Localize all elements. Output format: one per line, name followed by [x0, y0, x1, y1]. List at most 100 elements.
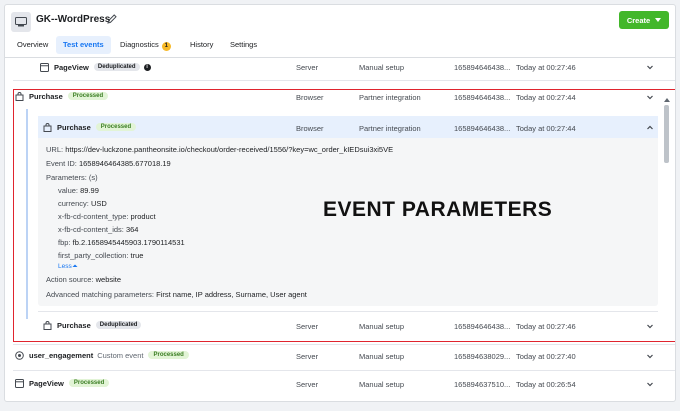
event-setup: Manual setup [359, 352, 405, 361]
advanced-matching-value: First name, IP address, Surname, User ag… [156, 290, 307, 299]
event-setup: Partner integration [359, 124, 421, 133]
param-value: fb.2.1658945445903.1790114531 [72, 238, 185, 247]
param-key: x-fb-cd-content_ids: [58, 225, 124, 234]
action-source-value: website [95, 275, 122, 284]
event-id: 165894646438... [454, 322, 511, 331]
event-setup: Manual setup [359, 322, 405, 331]
tab-label: Diagnostics [120, 40, 159, 49]
param-key: currency: [58, 199, 89, 208]
param-value: USD [90, 199, 107, 208]
param-row: x-fb-cd-content_ids: 364 [58, 225, 138, 234]
url-label: URL: [46, 145, 64, 154]
event-row-expanded[interactable]: Purchase Processed [42, 120, 137, 134]
tab-test-events[interactable]: Test events [56, 36, 111, 54]
event-id: 165894646438... [454, 93, 511, 102]
tab-label: Test events [63, 40, 104, 49]
event-time: Today at 00:27:44 [516, 124, 576, 133]
status-badge: Deduplicated [95, 321, 142, 329]
create-label: Create [626, 15, 651, 25]
advanced-matching-label: Advanced matching parameters: [46, 290, 154, 299]
chevron-down-icon[interactable] [646, 93, 654, 101]
scroll-up-arrow[interactable] [664, 98, 670, 102]
tree-guide-line [26, 109, 28, 319]
dataset-icon [11, 12, 31, 32]
param-row: fbp: fb.2.1658945445903.1790114531 [58, 238, 185, 247]
shopping-bag-icon [14, 91, 25, 102]
status-badge: Processed [95, 123, 137, 131]
annotation-overlay-text: EVENT PARAMETERS [323, 198, 553, 221]
tab-divider [5, 57, 675, 58]
param-row: first_party_collection: true [58, 251, 143, 260]
shopping-bag-icon [42, 320, 53, 331]
event-id-value: 1658946464385.677018.19 [78, 159, 171, 168]
event-row[interactable]: user_engagement Custom event Processed [14, 348, 189, 362]
event-name: PageView [29, 378, 64, 388]
events-manager-card: GK--WordPress Create Overview Test event… [4, 4, 676, 402]
url-value: https://dev-luckzone.pantheonsite.io/che… [65, 145, 394, 154]
row-divider [13, 80, 675, 81]
status-badge: Processed [148, 351, 189, 359]
event-name: PageView [54, 62, 89, 72]
event-source: Browser [296, 93, 324, 102]
row-divider [13, 344, 675, 345]
event-row[interactable]: Purchase Deduplicated [42, 318, 142, 332]
tab-bar: Overview Test events Diagnostics 1 Histor… [5, 36, 675, 54]
status-badge: Processed [68, 379, 110, 387]
shopping-bag-icon [42, 122, 53, 133]
chevron-down-icon[interactable] [646, 352, 654, 360]
event-setup: Partner integration [359, 93, 421, 102]
info-icon[interactable]: i [143, 63, 151, 71]
event-setup: Manual setup [359, 380, 405, 389]
param-value: 89.99 [80, 186, 99, 195]
event-source: Server [296, 63, 319, 72]
page-icon [39, 62, 50, 73]
chevron-down-icon[interactable] [646, 63, 654, 71]
less-link[interactable]: Less [58, 263, 78, 270]
event-row[interactable]: PageView Deduplicated i [39, 60, 151, 74]
event-id: 165894637510... [454, 380, 511, 389]
event-time: Today at 00:27:44 [516, 93, 576, 102]
event-id: 165894646438... [454, 63, 511, 72]
target-icon [14, 350, 25, 361]
tab-label: Overview [17, 40, 49, 49]
status-badge: Deduplicated [93, 63, 140, 71]
action-source-line: Action source: website [46, 275, 121, 284]
tab-overview[interactable]: Overview [10, 36, 55, 54]
chevron-down-icon[interactable] [646, 322, 654, 330]
tab-history[interactable]: History [183, 36, 220, 54]
edit-pencil-icon[interactable] [106, 13, 118, 25]
event-source: Server [296, 322, 319, 331]
event-name: Purchase [57, 122, 91, 132]
chevron-down-icon [655, 18, 662, 22]
param-key: x-fb-cd-content_type: [58, 212, 129, 221]
param-value: 364 [125, 225, 139, 234]
chevron-up-icon [72, 264, 78, 267]
event-row[interactable]: Purchase Processed [14, 89, 109, 103]
status-badge: Processed [67, 92, 109, 100]
parameters-label: Parameters: (s) [46, 173, 98, 182]
event-row[interactable]: PageView Processed [14, 376, 110, 390]
event-name: Purchase [29, 91, 63, 101]
event-setup: Manual setup [359, 63, 405, 72]
tab-diagnostics[interactable]: Diagnostics 1 [113, 36, 178, 54]
event-time: Today at 00:27:40 [516, 352, 576, 361]
action-source-label: Action source: [46, 275, 94, 284]
param-key: fbp: [58, 238, 71, 247]
chevron-down-icon[interactable] [646, 380, 654, 388]
event-time: Today at 00:26:54 [516, 380, 576, 389]
param-value: true [130, 251, 144, 260]
row-divider [38, 311, 658, 312]
param-row: x-fb-cd-content_type: product [58, 212, 156, 221]
create-button[interactable]: Create [619, 11, 669, 29]
less-label: Less [58, 263, 72, 270]
row-divider [13, 370, 675, 371]
event-id: 165894646438... [454, 124, 511, 133]
advanced-matching-line: Advanced matching parameters: First name… [46, 290, 307, 299]
chevron-up-icon[interactable] [646, 124, 654, 132]
tab-settings[interactable]: Settings [223, 36, 264, 54]
tab-label: Settings [230, 40, 258, 49]
event-time: Today at 00:27:46 [516, 322, 576, 331]
diagnostics-count-badge: 1 [161, 42, 171, 51]
scrollbar-thumb[interactable] [664, 105, 669, 163]
tab-label: History [190, 40, 214, 49]
